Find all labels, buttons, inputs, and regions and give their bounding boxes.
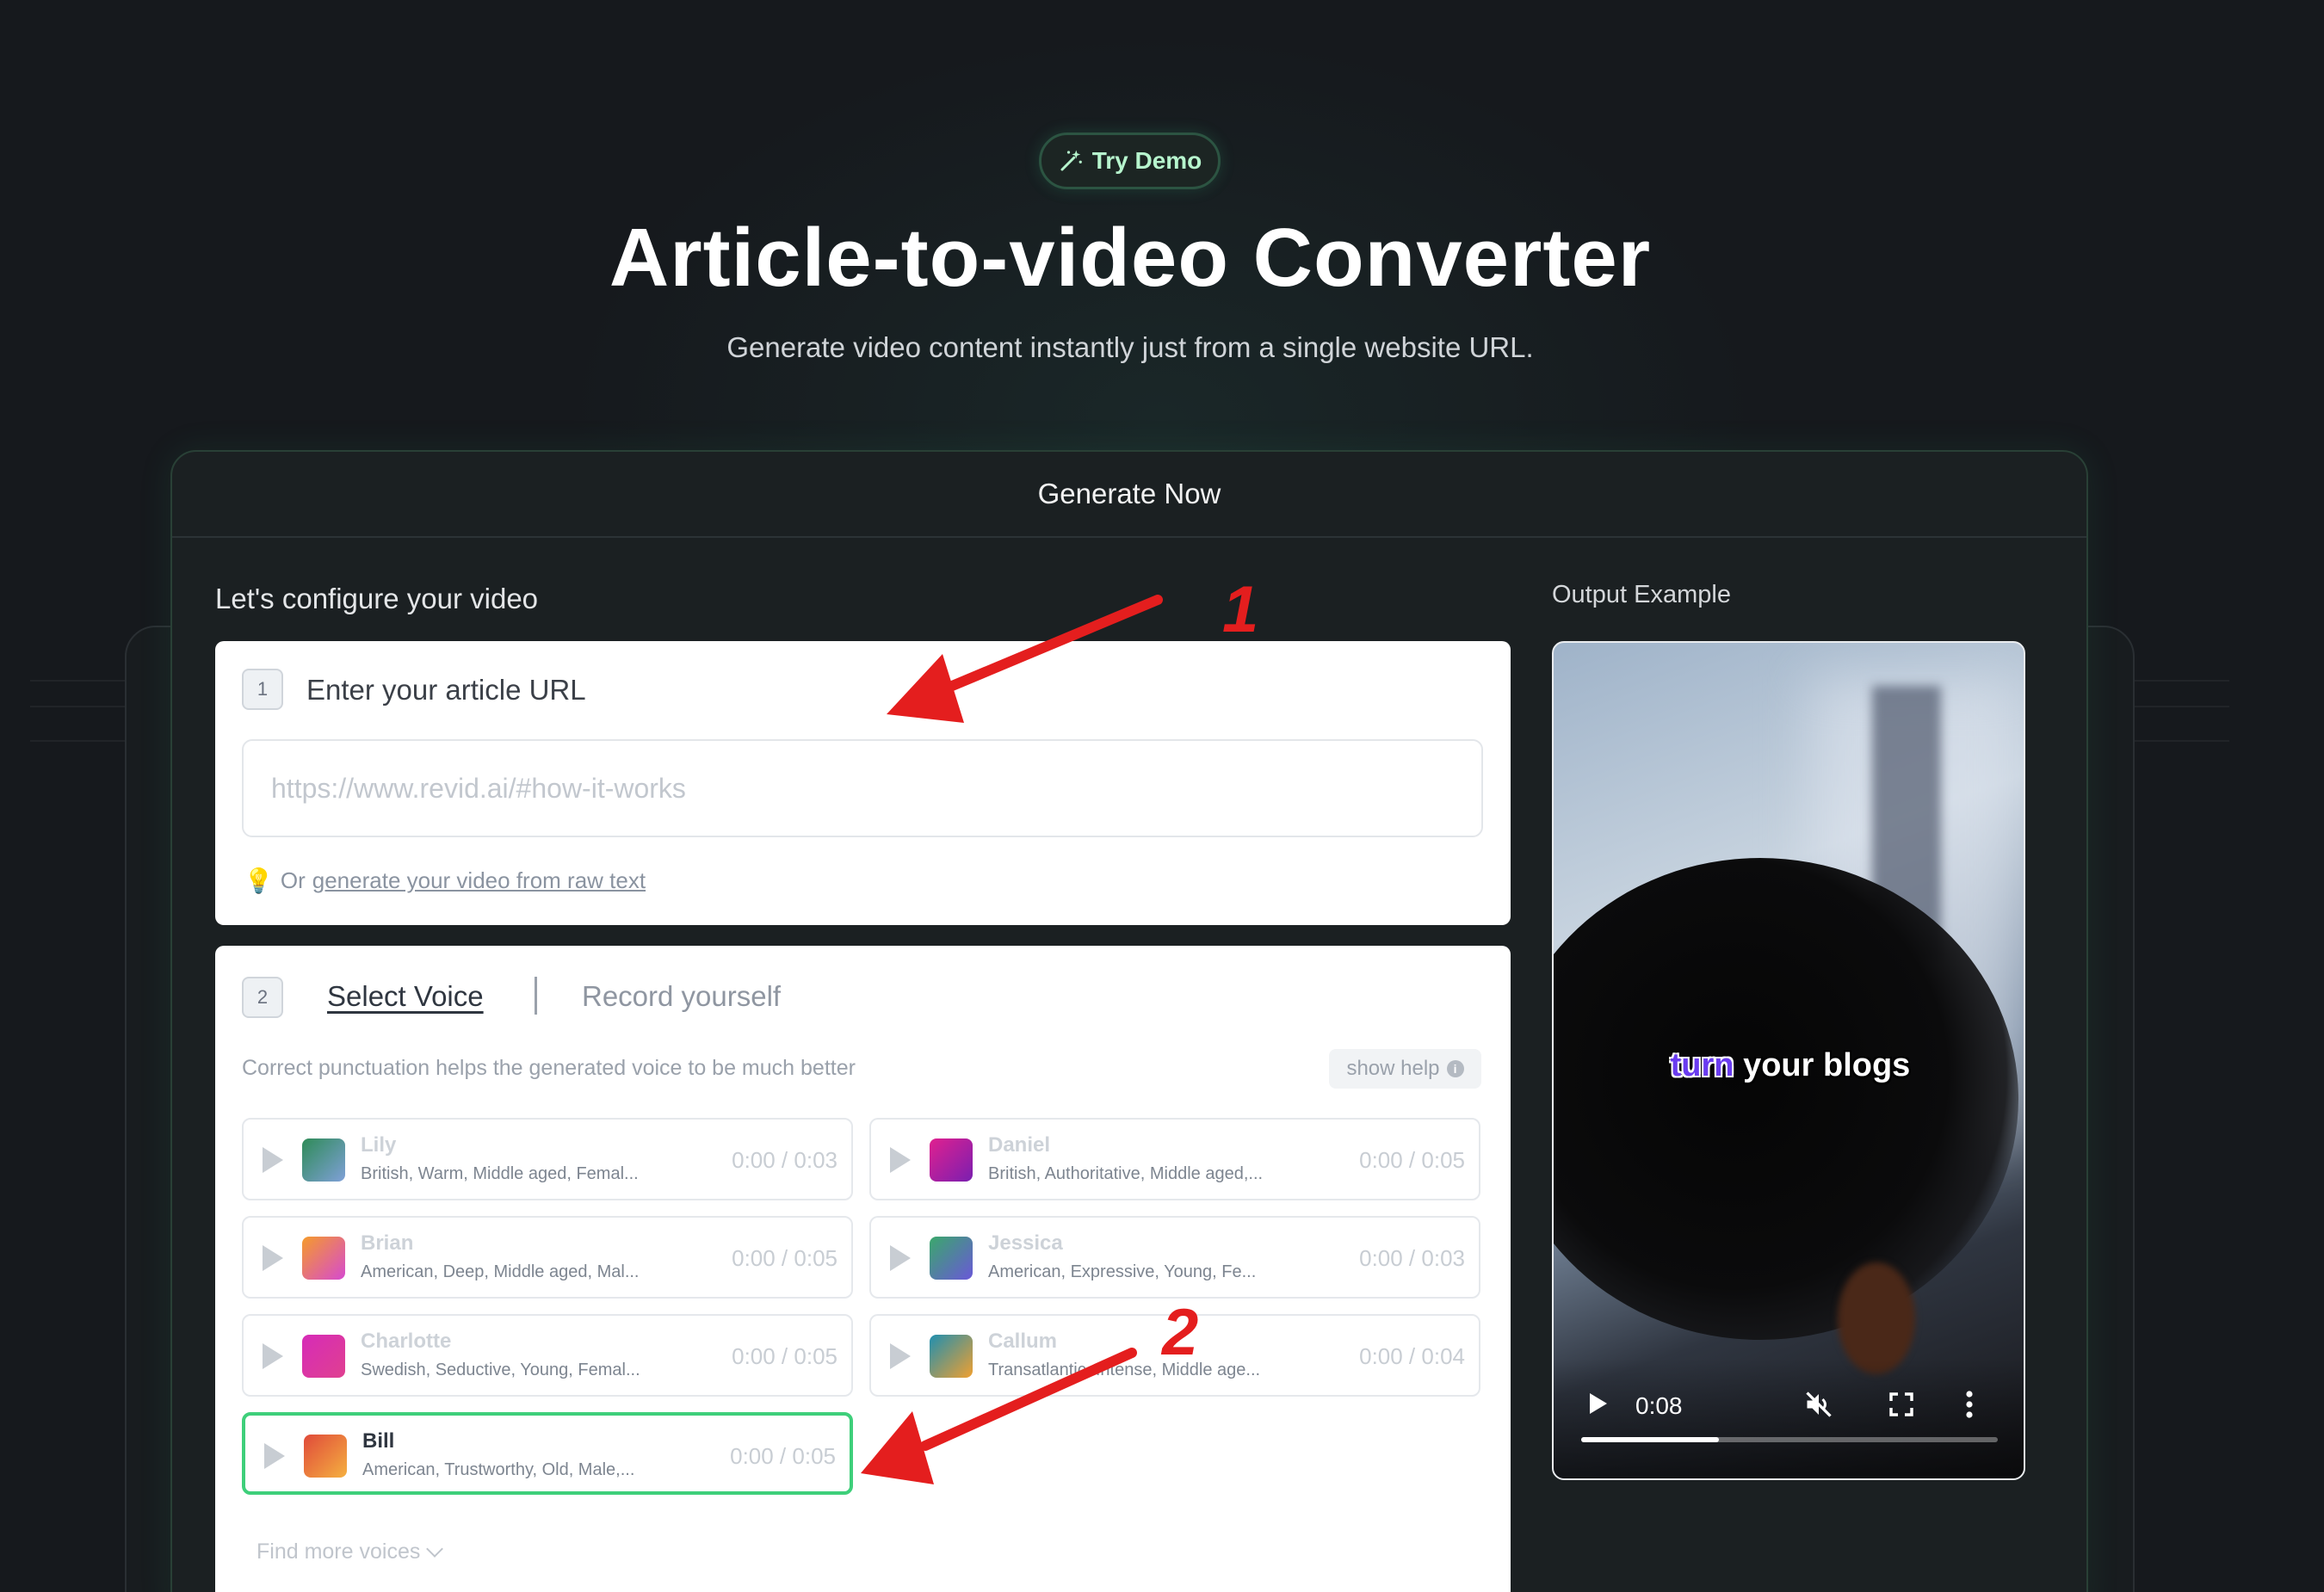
voice-avatar: [930, 1138, 973, 1182]
output-example-video[interactable]: turn your blogs 0:08: [1552, 641, 2025, 1480]
voice-item-brian[interactable]: Brian American, Deep, Middle aged, Mal...…: [242, 1216, 853, 1299]
voice-time: 0:00 / 0:05: [1359, 1147, 1465, 1173]
output-example-label: Output Example: [1552, 581, 1731, 608]
voice-item-bill[interactable]: Bill American, Trustworthy, Old, Male,...…: [242, 1412, 853, 1495]
try-demo-label: Try Demo: [1091, 147, 1202, 174]
page-title: Article-to-video Converter: [609, 212, 1652, 304]
tab-divider: [535, 977, 537, 1015]
voice-description: American, Expressive, Young, Fe...: [988, 1262, 1257, 1281]
video-progress-fill: [1581, 1437, 1719, 1442]
try-demo-badge[interactable]: Try Demo: [1039, 133, 1221, 189]
caption-highlight-word: turn: [1670, 1047, 1734, 1083]
voice-time: 0:00 / 0:05: [732, 1343, 838, 1369]
play-icon[interactable]: [890, 1245, 911, 1271]
voice-description: American, Deep, Middle aged, Mal...: [361, 1262, 640, 1281]
voice-description: Swedish, Seductive, Young, Femal...: [361, 1361, 640, 1379]
find-more-voices-button[interactable]: Find more voices: [257, 1540, 444, 1564]
video-controls: 0:08: [1554, 1358, 2024, 1478]
voice-time: 0:00 / 0:03: [732, 1147, 838, 1173]
video-caption: turn your blogs: [1554, 1047, 2024, 1084]
voice-description: British, Authoritative, Middle aged,...: [988, 1164, 1264, 1183]
hint-prefix: Or: [280, 867, 306, 893]
play-icon[interactable]: [263, 1147, 283, 1173]
raw-text-hint: 💡 Or generate your video from raw text: [244, 867, 646, 895]
voice-avatar: [304, 1435, 347, 1478]
page-subtitle: Generate video content instantly just fr…: [726, 331, 1534, 363]
lightbulb-icon: 💡: [244, 867, 274, 894]
fullscreen-icon[interactable]: [1888, 1391, 1915, 1418]
voice-item-jessica[interactable]: Jessica American, Expressive, Young, Fe..…: [869, 1216, 1480, 1299]
voice-time: 0:00 / 0:04: [1359, 1343, 1465, 1369]
voice-avatar: [930, 1237, 973, 1280]
voice-avatar: [302, 1138, 345, 1182]
generate-now-header: Generate Now: [172, 452, 2086, 538]
video-time: 0:08: [1635, 1392, 1683, 1419]
article-url-input[interactable]: [242, 739, 1483, 837]
punctuation-help-text: Correct punctuation helps the generated …: [242, 1056, 856, 1080]
more-options-icon[interactable]: [1965, 1389, 1974, 1420]
chevron-down-icon: [426, 1540, 444, 1558]
voice-description: American, Trustworthy, Old, Male,...: [362, 1460, 635, 1479]
configure-label: Let's configure your video: [215, 583, 539, 614]
voice-name: Charlotte: [361, 1330, 452, 1353]
voice-name: Brian: [361, 1231, 414, 1255]
tab-record-yourself[interactable]: Record yourself: [582, 980, 781, 1013]
generator-card: Generate Now Let's configure your video …: [170, 450, 2088, 1592]
show-help-label: show help: [1346, 1057, 1440, 1080]
voice-avatar: [302, 1237, 345, 1280]
voice-name: Daniel: [988, 1133, 1051, 1157]
annotation-marker-1: 1: [1222, 573, 1259, 646]
step-title: Enter your article URL: [306, 674, 586, 706]
play-icon[interactable]: [1590, 1393, 1607, 1414]
annotation-marker-2: 2: [1162, 1296, 1199, 1369]
voice-avatar: [930, 1335, 973, 1378]
step-voice-card: 2 Select Voice Record yourself Correct p…: [215, 946, 1511, 1592]
step-url-card: 1 Enter your article URL 💡 Or generate y…: [215, 641, 1511, 925]
show-help-button[interactable]: show help i: [1329, 1049, 1481, 1089]
voice-description: Transatlantic, Intense, Middle age...: [988, 1361, 1261, 1379]
voice-name: Jessica: [988, 1231, 1063, 1255]
voice-time: 0:00 / 0:05: [730, 1443, 836, 1469]
voice-time: 0:00 / 0:05: [732, 1245, 838, 1271]
voice-name: Callum: [988, 1330, 1058, 1353]
voice-description: British, Warm, Middle aged, Femal...: [361, 1164, 639, 1183]
magic-wand-icon: [1060, 150, 1082, 171]
play-icon[interactable]: [264, 1443, 285, 1469]
play-icon[interactable]: [890, 1343, 911, 1369]
caption-text: your blogs: [1734, 1047, 1911, 1083]
voice-name: Bill: [362, 1429, 395, 1453]
play-icon[interactable]: [263, 1245, 283, 1271]
voice-item-lily[interactable]: Lily British, Warm, Middle aged, Femal...…: [242, 1118, 853, 1200]
video-progress-bar[interactable]: [1581, 1437, 1998, 1442]
raw-text-link[interactable]: generate your video from raw text: [312, 867, 646, 894]
voice-time: 0:00 / 0:03: [1359, 1245, 1465, 1271]
play-icon[interactable]: [263, 1343, 283, 1369]
muted-speaker-icon[interactable]: [1803, 1389, 1834, 1420]
find-more-label: Find more voices: [257, 1540, 421, 1564]
voice-item-charlotte[interactable]: Charlotte Swedish, Seductive, Young, Fema…: [242, 1314, 853, 1397]
voice-avatar: [302, 1335, 345, 1378]
tab-select-voice[interactable]: Select Voice: [327, 980, 484, 1013]
info-icon: i: [1446, 1060, 1464, 1077]
play-icon[interactable]: [890, 1147, 911, 1173]
step-number: 2: [242, 977, 283, 1018]
voice-name: Lily: [361, 1133, 397, 1157]
step-number: 1: [242, 669, 283, 710]
voice-item-daniel[interactable]: Daniel British, Authoritative, Middle age…: [869, 1118, 1480, 1200]
